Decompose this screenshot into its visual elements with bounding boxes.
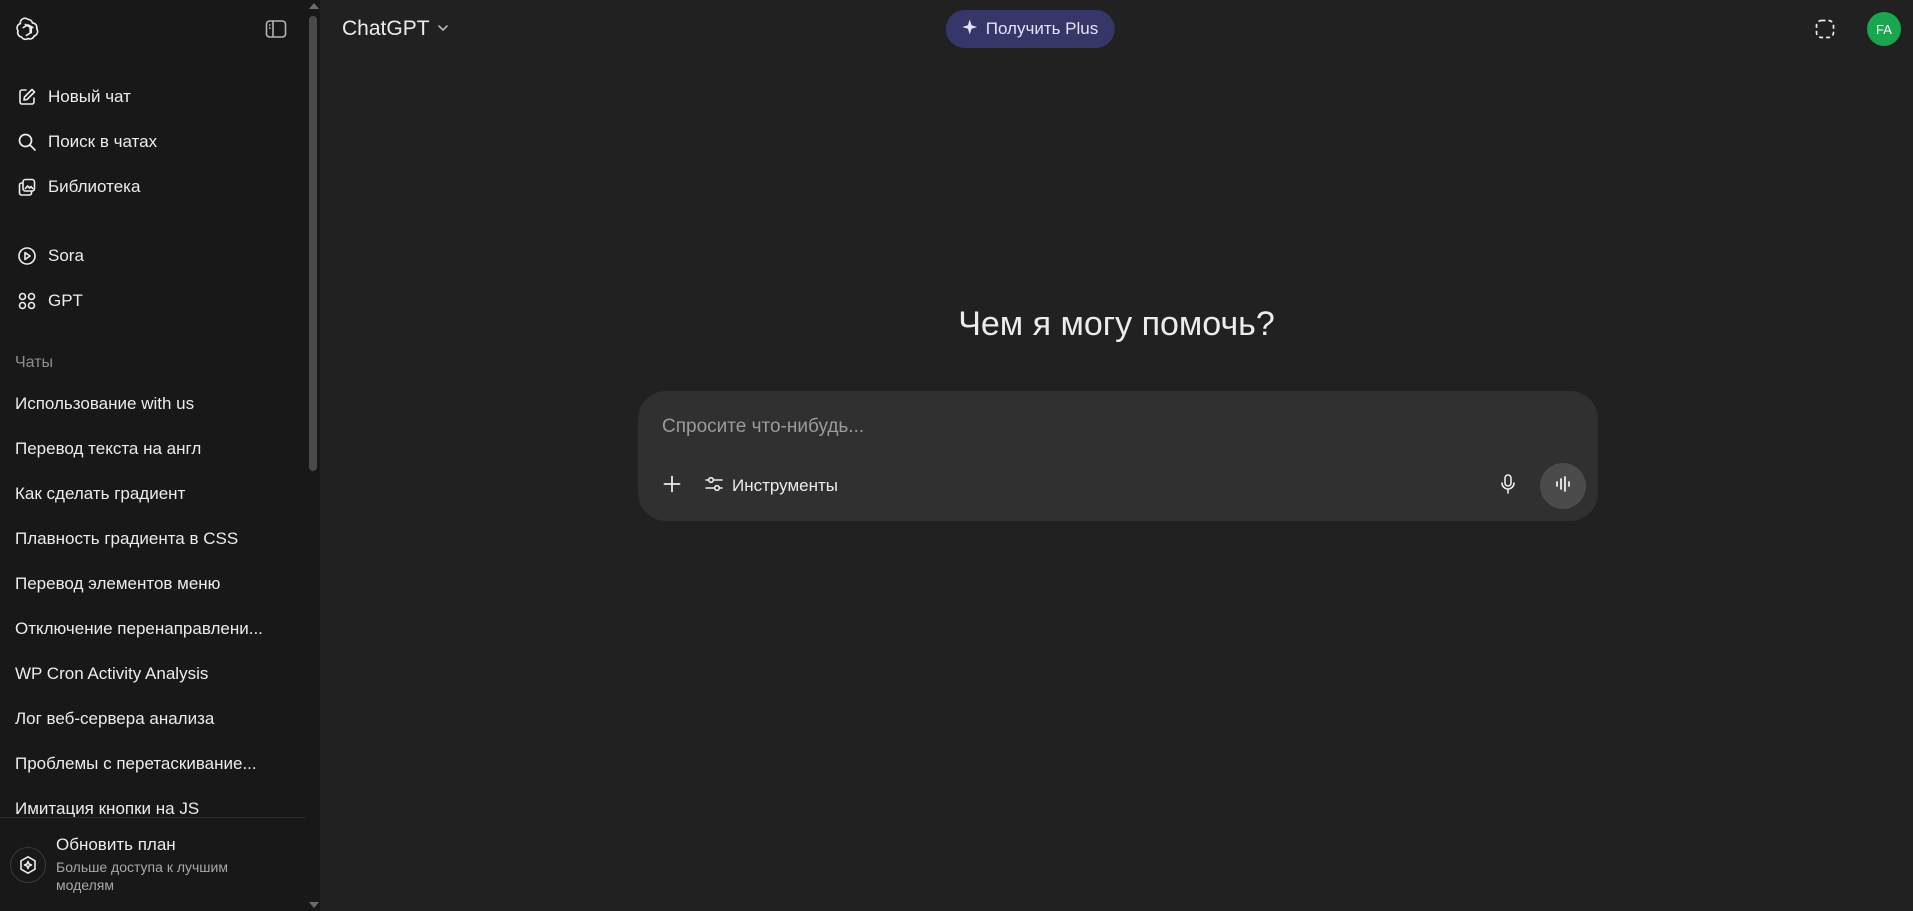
chat-list-item[interactable]: Перевод элементов меню — [8, 561, 298, 606]
model-selector[interactable]: ChatGPT — [342, 17, 450, 41]
prompt-input[interactable] — [662, 413, 1562, 441]
app: Новый чат Поиск в чатах Библиотека Sora … — [0, 0, 1913, 911]
composer-left-actions: Инструменты — [654, 468, 842, 504]
scroll-up-arrow-icon[interactable] — [309, 3, 319, 9]
new-chat-icon — [16, 86, 38, 108]
chat-list: Использование with us Перевод текста на … — [0, 381, 306, 818]
sparkle-icon — [962, 19, 978, 40]
play-circle-icon — [16, 245, 38, 267]
upgrade-text: Обновить план Больше доступа к лучшим мо… — [56, 835, 256, 894]
search-icon — [16, 131, 38, 153]
sidebar-toggle-button[interactable] — [262, 15, 290, 43]
voice-mode-button[interactable] — [1540, 463, 1586, 509]
chats-section-title: Чаты — [15, 354, 54, 371]
chat-list-item[interactable]: WP Cron Activity Analysis — [8, 651, 298, 696]
sidebar-item-label: Поиск в чатах — [48, 131, 158, 151]
sidebar-item-label: Sora — [48, 245, 84, 265]
chat-list-item[interactable]: Как сделать градиент — [8, 471, 298, 516]
library-icon — [16, 176, 38, 198]
scroll-down-arrow-icon[interactable] — [309, 902, 319, 908]
chat-list-item[interactable]: Имитация кнопки на JS — [8, 786, 298, 818]
sidebar-item-sora[interactable]: Sora — [8, 233, 298, 278]
sidebar-scroll-area: Новый чат Поиск в чатах Библиотека Sora … — [0, 0, 306, 818]
greeting-heading: Чем я могу помочь? — [958, 305, 1275, 343]
upgrade-plan-button[interactable]: Обновить план Больше доступа к лучшим мо… — [0, 817, 306, 911]
scrollbar-thumb[interactable] — [309, 16, 317, 471]
tools-button[interactable]: Инструменты — [700, 468, 842, 504]
temporary-chat-icon[interactable] — [1811, 15, 1839, 43]
sidebar-item-label: Библиотека — [48, 176, 141, 196]
sidebar: Новый чат Поиск в чатах Библиотека Sora … — [0, 0, 320, 911]
sidebar-item-label: GPT — [48, 290, 83, 310]
top-right-actions: FA — [1811, 12, 1901, 46]
chat-list-item[interactable]: Плавность градиента в CSS — [8, 516, 298, 561]
sidebar-item-library[interactable]: Библиотека — [8, 164, 298, 209]
upgrade-subtitle: Больше доступа к лучшим моделям — [56, 859, 228, 893]
composer: Инструменты — [638, 391, 1598, 521]
plus-icon — [662, 474, 682, 499]
main-area: ChatGPT Получить Plus FA Чем я могу помо… — [320, 0, 1913, 911]
chat-list-item[interactable]: Использование with us — [8, 381, 298, 426]
dictate-button[interactable] — [1490, 468, 1526, 504]
composer-toolbar: Инструменты — [654, 463, 1586, 509]
sidebar-item-search[interactable]: Поиск в чатах — [8, 119, 298, 164]
chat-list-item[interactable]: Лог веб-сервера анализа — [8, 696, 298, 741]
tools-label: Инструменты — [732, 476, 839, 495]
sidebar-scrollbar[interactable] — [306, 0, 320, 911]
get-plus-button[interactable]: Получить Plus — [945, 10, 1115, 48]
grid-icon — [16, 290, 38, 312]
composer-right-actions — [1490, 463, 1586, 509]
sidebar-nav: Новый чат Поиск в чатах Библиотека Sora … — [0, 74, 306, 323]
sliders-icon — [704, 474, 724, 499]
chat-list-item[interactable]: Перевод текста на англ — [8, 426, 298, 471]
chat-list-item[interactable]: Проблемы с перетаскивание... — [8, 741, 298, 786]
upgrade-title: Обновить план — [56, 835, 176, 854]
openai-logo-icon[interactable] — [14, 15, 42, 43]
upgrade-icon — [10, 846, 46, 883]
model-name: ChatGPT — [342, 17, 430, 40]
voice-waveform-icon — [1553, 474, 1573, 499]
get-plus-label: Получить Plus — [985, 19, 1099, 38]
microphone-icon — [1498, 473, 1518, 500]
chevron-down-icon — [436, 17, 450, 41]
chat-list-item[interactable]: Отключение перенаправлени... — [8, 606, 298, 651]
sidebar-header — [0, 0, 306, 58]
sidebar-item-gpt[interactable]: GPT — [8, 278, 298, 323]
top-bar: ChatGPT Получить Plus FA — [320, 0, 1913, 58]
avatar[interactable]: FA — [1867, 12, 1901, 46]
sidebar-item-new-chat[interactable]: Новый чат — [8, 74, 298, 119]
sidebar-item-label: Новый чат — [48, 86, 131, 106]
add-attachment-button[interactable] — [654, 468, 690, 504]
